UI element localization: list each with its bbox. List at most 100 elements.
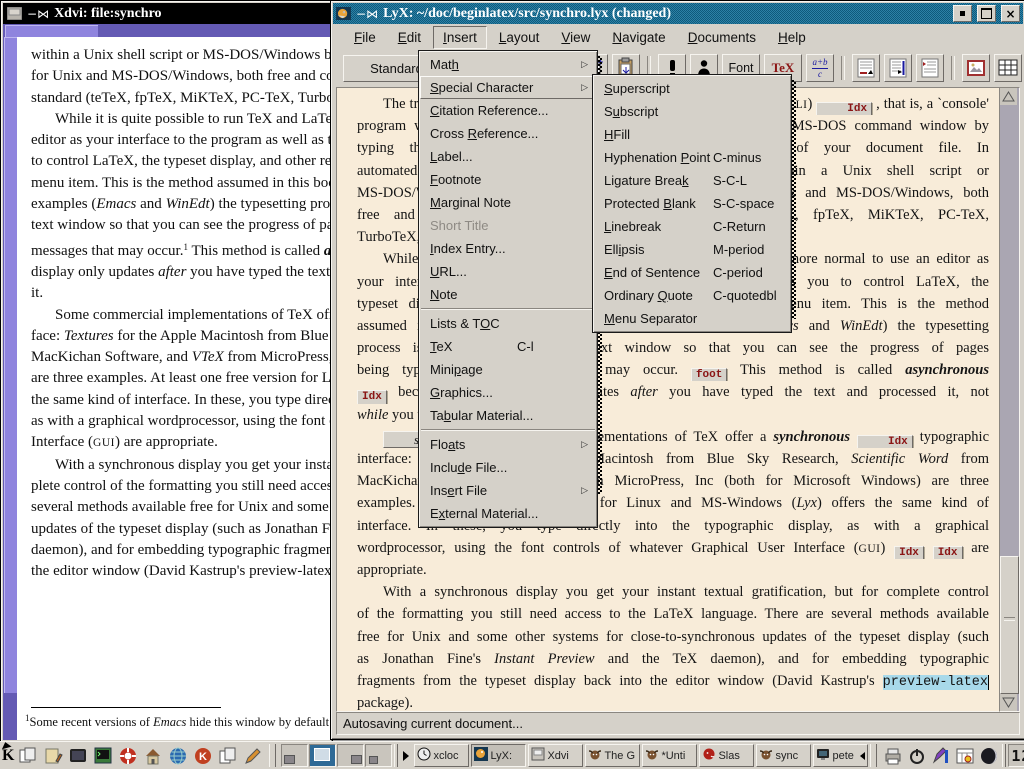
inset-chip[interactable]: Idx <box>894 546 924 559</box>
menu-item-tex[interactable]: TeXC-l <box>420 335 596 358</box>
task-button-lyx[interactable]: LyX: <box>471 744 526 767</box>
footnote-icon[interactable] <box>852 54 880 82</box>
menu-item-minipage[interactable]: Minipage <box>420 358 596 381</box>
task-button-xdvi[interactable]: Xdvi <box>528 744 583 767</box>
xdvi-horizontal-scrollbar[interactable] <box>3 24 330 37</box>
menu-item-ordinary-quote[interactable]: Ordinary QuoteC-quotedbl <box>594 284 790 307</box>
depth-icon[interactable] <box>916 54 944 82</box>
help-icon[interactable] <box>116 744 139 767</box>
pager-desktop-1[interactable] <box>281 744 308 767</box>
marginal-note-icon[interactable] <box>884 54 912 82</box>
globe-icon[interactable] <box>166 744 189 767</box>
kde-icon[interactable]: K <box>191 744 214 767</box>
menu-item-linebreak[interactable]: LinebreakC-Return <box>594 215 790 238</box>
menu-item-tabular-material[interactable]: Tabular Material... <box>420 404 596 427</box>
menu-item-footnote[interactable]: Footnote <box>420 168 596 191</box>
menu-item-menu-separator[interactable]: Menu Separator <box>594 307 790 330</box>
pen-icon[interactable] <box>241 744 264 767</box>
menu-item-floats[interactable]: Floats▷ <box>420 433 596 456</box>
close-button[interactable]: × <box>1001 5 1020 22</box>
terminal-icon[interactable] <box>91 744 114 767</box>
menubar-item-insert[interactable]: Insert <box>433 26 487 49</box>
task-button-unti[interactable]: *Unti <box>642 744 697 767</box>
menu-item-note[interactable]: Note <box>420 283 596 306</box>
menu-item-ellipsis[interactable]: EllipsisM-period <box>594 238 790 261</box>
menu-item-lists-toc[interactable]: Lists & TOC <box>420 312 596 335</box>
menu-item-insert-file[interactable]: Insert File▷ <box>420 479 596 502</box>
menu-item-short-title[interactable]: Short Title <box>420 214 596 237</box>
maximize-button[interactable] <box>977 5 996 22</box>
task-button-sync[interactable]: sync <box>756 744 811 767</box>
menubar-item-documents[interactable]: Documents <box>678 26 766 49</box>
notes-icon[interactable] <box>41 744 64 767</box>
menu-item-cross-reference[interactable]: Cross Reference... <box>420 122 596 145</box>
menu-item-protected-blank[interactable]: Protected BlankS-C-space <box>594 192 790 215</box>
panel-handle[interactable] <box>394 744 398 767</box>
klipper-icon[interactable] <box>930 745 952 767</box>
menu-item-math[interactable]: Math▷ <box>420 53 596 76</box>
logout-icon[interactable] <box>906 745 928 767</box>
k-menu-button[interactable]: K <box>2 744 14 767</box>
printer-icon[interactable] <box>882 745 904 767</box>
scroll-down-arrow[interactable] <box>1000 694 1017 711</box>
menubar-item-help[interactable]: Help <box>768 26 816 49</box>
menu-item-subscript[interactable]: Subscript <box>594 100 790 123</box>
menu-item-hyphenation-point[interactable]: Hyphenation PointC-minus <box>594 146 790 169</box>
menu-item-superscript[interactable]: Superscript <box>594 77 790 100</box>
window-list-icon[interactable] <box>16 744 39 767</box>
menu-item-url[interactable]: URL... <box>420 260 596 283</box>
menu-item-index-entry[interactable]: Index Entry... <box>420 237 596 260</box>
table-icon[interactable] <box>994 54 1022 82</box>
menu-item-special-character[interactable]: Special Character▷ <box>420 76 596 99</box>
menubar-item-edit[interactable]: Edit <box>388 26 431 49</box>
menubar-item-layout[interactable]: Layout <box>489 26 550 49</box>
task-button-slas[interactable]: Slas <box>699 744 754 767</box>
screen-icon[interactable] <box>66 744 89 767</box>
menu-item-graphics[interactable]: Graphics... <box>420 381 596 404</box>
window-pin-icon[interactable]: −⋈ <box>356 7 378 21</box>
scroll-up-arrow[interactable] <box>1000 88 1017 105</box>
menubar-item-navigate[interactable]: Navigate <box>602 26 675 49</box>
pager-desktop-2[interactable] <box>309 744 336 767</box>
figure-icon[interactable] <box>962 54 990 82</box>
inset-chip[interactable]: Idx <box>816 102 872 115</box>
task-button-pete[interactable]: pete <box>813 744 868 767</box>
task-button-theg[interactable]: The G <box>585 744 640 767</box>
moon-phase-icon[interactable] <box>978 745 1000 767</box>
math-mode-icon[interactable]: a+bc <box>806 54 834 82</box>
menubar-item-file[interactable]: File <box>344 26 386 49</box>
minimize-button[interactable] <box>953 5 972 22</box>
menubar-item-view[interactable]: View <box>551 26 600 49</box>
pager-desktop-4[interactable] <box>365 744 392 767</box>
menu-item-ligature-break[interactable]: Ligature BreakS-C-L <box>594 169 790 192</box>
xdvi-vertical-scrollbar[interactable] <box>3 37 17 740</box>
task-button-xcloc[interactable]: xcloc <box>414 744 469 767</box>
inset-chip[interactable]: Idx <box>357 390 387 403</box>
xdvi-titlebar[interactable]: −⋈ Xdvi: file:synchro <box>3 3 330 24</box>
panel-handle[interactable] <box>269 744 276 767</box>
menu-item-include-file[interactable]: Include File... <box>420 456 596 479</box>
scrollbar-thumb[interactable] <box>1000 556 1019 694</box>
menu-item-hfill[interactable]: HFill <box>594 123 790 146</box>
menu-item-label[interactable]: Label... <box>420 145 596 168</box>
panel-handle[interactable] <box>1002 744 1006 767</box>
menu-item-citation-reference[interactable]: Citation Reference... <box>420 99 596 122</box>
menu-item-end-of-sentence[interactable]: End of SentenceC-period <box>594 261 790 284</box>
panel-arrow-icon[interactable] <box>403 751 409 761</box>
window-pin-icon[interactable]: −⋈ <box>27 7 49 21</box>
menu-item-marginal-note[interactable]: Marginal Note <box>420 191 596 214</box>
xdvi-vscroll-thumb[interactable] <box>4 37 17 693</box>
home-icon[interactable] <box>141 744 164 767</box>
panel-handle[interactable] <box>870 744 877 767</box>
inset-chip[interactable]: Idx <box>933 546 963 559</box>
pager-desktop-3[interactable] <box>337 744 364 767</box>
inset-chip[interactable]: foot <box>691 368 727 381</box>
xdvi-hscroll-thumb[interactable] <box>5 25 98 37</box>
organizer-icon[interactable] <box>954 745 976 767</box>
document-scrollbar[interactable] <box>999 87 1020 712</box>
menu-shortcut: S-C-L <box>713 173 747 188</box>
documents-icon[interactable] <box>216 744 239 767</box>
inset-chip[interactable]: Idx <box>857 435 913 448</box>
menu-item-external-material[interactable]: External Material... <box>420 502 596 525</box>
lyx-titlebar[interactable]: −⋈ LyX: ~/doc/beginlatex/src/synchro.lyx… <box>333 3 1023 24</box>
